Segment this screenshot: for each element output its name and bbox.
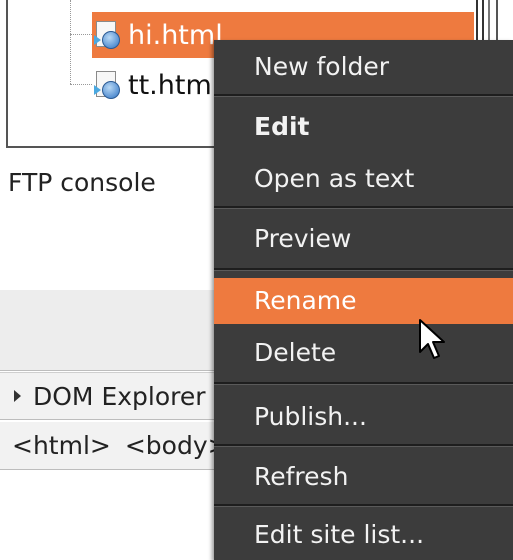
menu-item-new-folder[interactable]: New folder (214, 44, 513, 90)
menu-item-open-as-text[interactable]: Open as text (214, 156, 513, 202)
menu-item-label: Preview (254, 224, 352, 253)
menu-item-label: Publish... (254, 402, 367, 431)
tree-guide-line (70, 0, 71, 84)
menu-item-label: Open as text (254, 164, 415, 193)
menu-item-edit-site-list[interactable]: Edit site list... (214, 512, 513, 558)
menu-item-preview[interactable]: Preview (214, 216, 513, 262)
dom-explorer-label: DOM Explorer (33, 381, 206, 411)
tree-item-label: hi.html (128, 19, 223, 51)
menu-separator (214, 444, 513, 447)
menu-item-edit[interactable]: Edit (214, 104, 513, 150)
tree-guide-line (70, 84, 92, 85)
menu-item-label: New folder (254, 52, 390, 81)
menu-item-label: Delete (254, 338, 337, 367)
expand-arrow-icon[interactable] (14, 390, 21, 402)
menu-separator (214, 504, 513, 507)
menu-item-label: Edit (254, 112, 310, 141)
menu-item-publish[interactable]: Publish... (214, 394, 513, 440)
menu-separator (214, 382, 513, 385)
mouse-cursor-icon (419, 319, 445, 359)
menu-separator (214, 94, 513, 97)
menu-separator (214, 206, 513, 209)
menu-separator (214, 268, 513, 271)
menu-item-delete[interactable]: Delete (214, 330, 513, 376)
menu-item-refresh[interactable]: Refresh (214, 454, 513, 500)
menu-item-label: Edit site list... (254, 520, 425, 549)
menu-item-label: Refresh (254, 462, 349, 491)
menu-item-label: Rename (254, 286, 357, 315)
html-file-icon (92, 69, 122, 101)
tree-guide-line (70, 34, 92, 35)
html-file-icon (92, 19, 122, 51)
ftp-console-label: FTP console (8, 168, 156, 197)
menu-item-rename[interactable]: Rename (214, 278, 513, 324)
tree-item-label: tt.html (128, 69, 220, 101)
breadcrumb-item[interactable]: <html> (12, 431, 111, 460)
context-menu: New folder Edit Open as text Preview Ren… (214, 40, 513, 560)
